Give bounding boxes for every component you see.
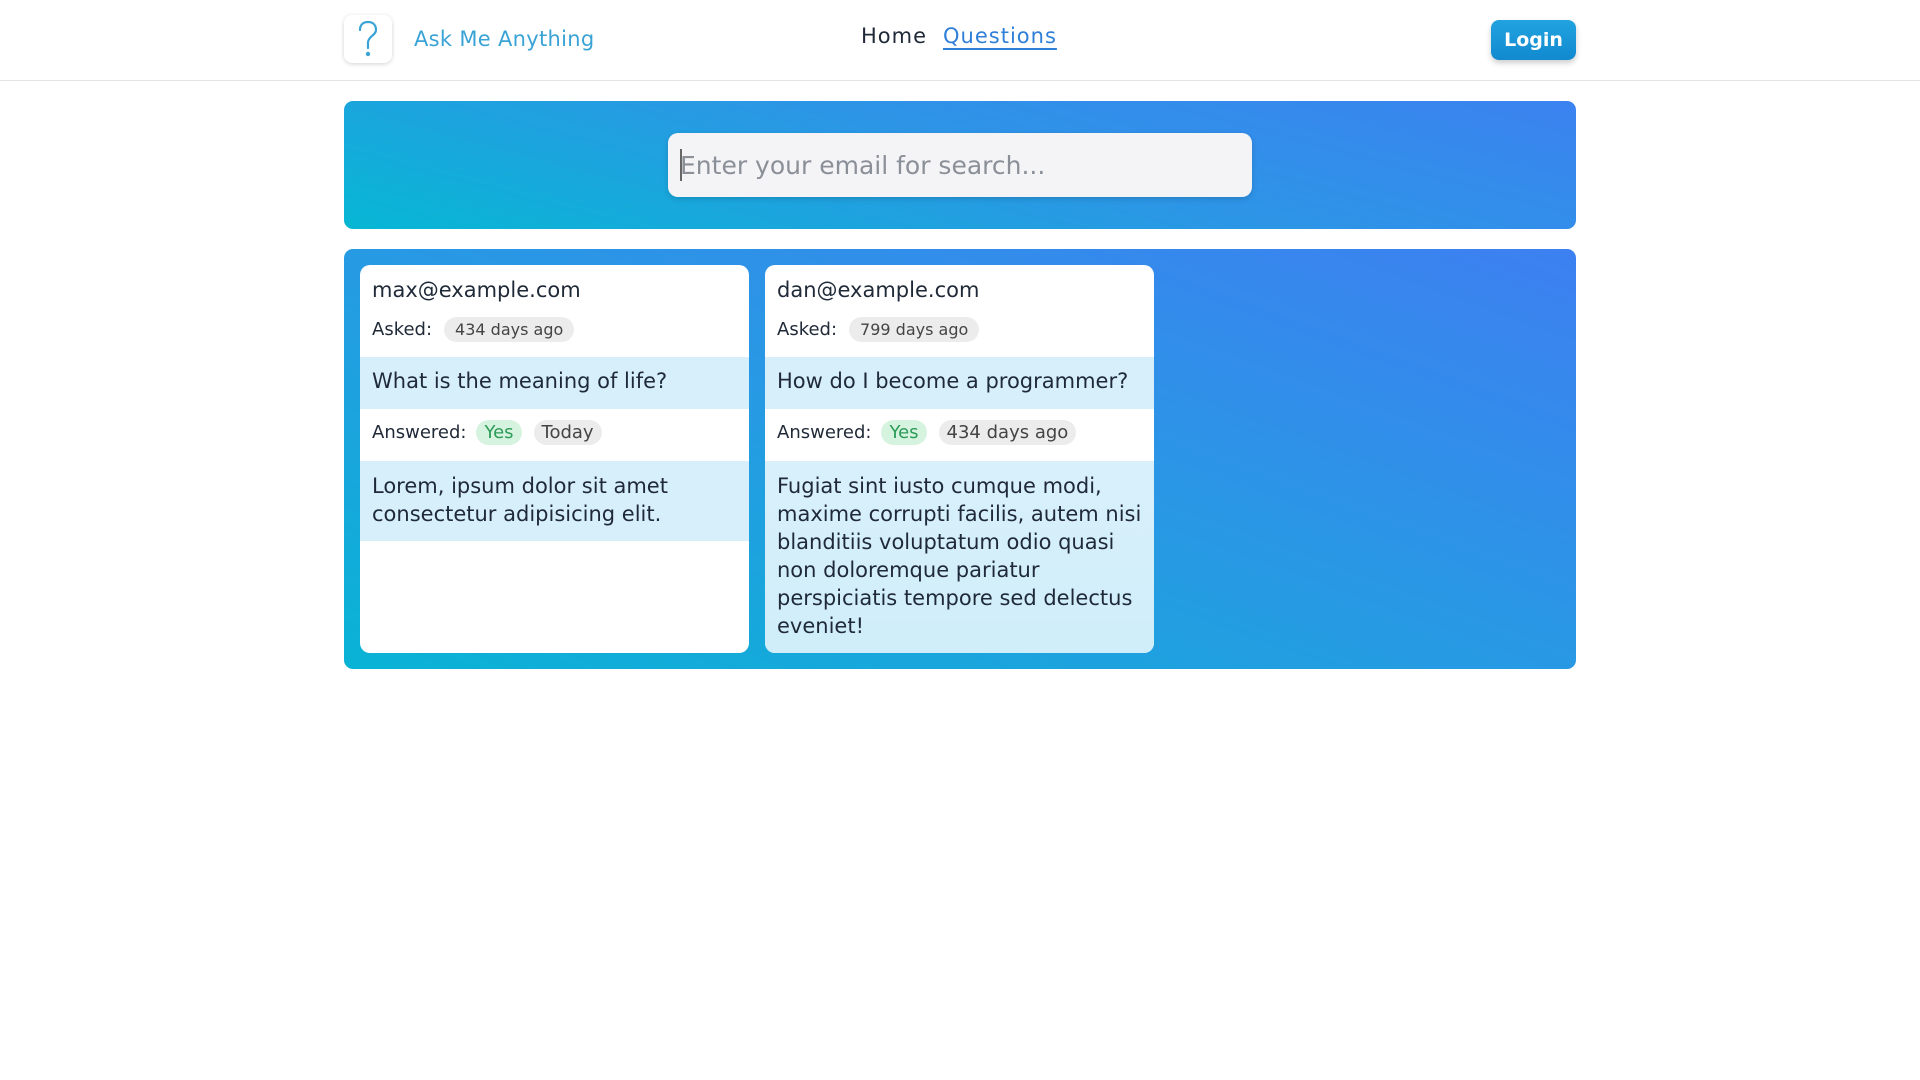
asker-email: dan@example.com xyxy=(777,278,980,302)
answered-label: Answered: xyxy=(372,422,467,443)
nav-questions-link[interactable]: Questions xyxy=(943,24,1057,48)
brand-name[interactable]: Ask Me Anything xyxy=(414,27,594,51)
logo[interactable] xyxy=(344,15,392,63)
answered-time-badge: 434 days ago xyxy=(938,420,1077,445)
text-caret xyxy=(680,149,682,181)
asked-row: Asked: 434 days ago xyxy=(372,317,575,342)
answer-text: Fugiat sint iusto cumque modi, maxime co… xyxy=(765,461,1154,653)
answered-time-badge: Today xyxy=(533,420,602,445)
answered-status-badge: Yes xyxy=(881,420,927,445)
answered-label: Answered: xyxy=(777,422,872,443)
questions-panel: max@example.com Asked: 434 days ago What… xyxy=(344,249,1576,669)
login-button[interactable]: Login xyxy=(1491,20,1576,60)
question-card: max@example.com Asked: 434 days ago What… xyxy=(360,265,749,653)
asked-time-badge: 799 days ago xyxy=(849,317,980,342)
asked-row: Asked: 799 days ago xyxy=(777,317,980,342)
main-nav: Home Questions xyxy=(861,24,1057,48)
search-panel xyxy=(344,101,1576,229)
email-search-input[interactable] xyxy=(668,133,1252,197)
answered-row: Answered: Yes Today xyxy=(372,420,602,445)
answered-status-badge: Yes xyxy=(476,420,522,445)
brand[interactable]: Ask Me Anything xyxy=(344,15,594,63)
asked-label: Asked: xyxy=(372,319,433,340)
question-mark-icon xyxy=(358,20,378,57)
nav-home-link[interactable]: Home xyxy=(861,24,927,48)
asked-label: Asked: xyxy=(777,319,838,340)
question-text: How do I become a programmer? xyxy=(765,357,1154,409)
answer-text: Lorem, ipsum dolor sit amet consectetur … xyxy=(360,461,749,541)
asker-email: max@example.com xyxy=(372,278,581,302)
answered-row: Answered: Yes 434 days ago xyxy=(777,420,1077,445)
top-navbar: Ask Me Anything Home Questions Login xyxy=(0,0,1920,81)
question-text: What is the meaning of life? xyxy=(360,357,749,409)
question-card: dan@example.com Asked: 799 days ago How … xyxy=(765,265,1154,653)
asked-time-badge: 434 days ago xyxy=(444,317,575,342)
